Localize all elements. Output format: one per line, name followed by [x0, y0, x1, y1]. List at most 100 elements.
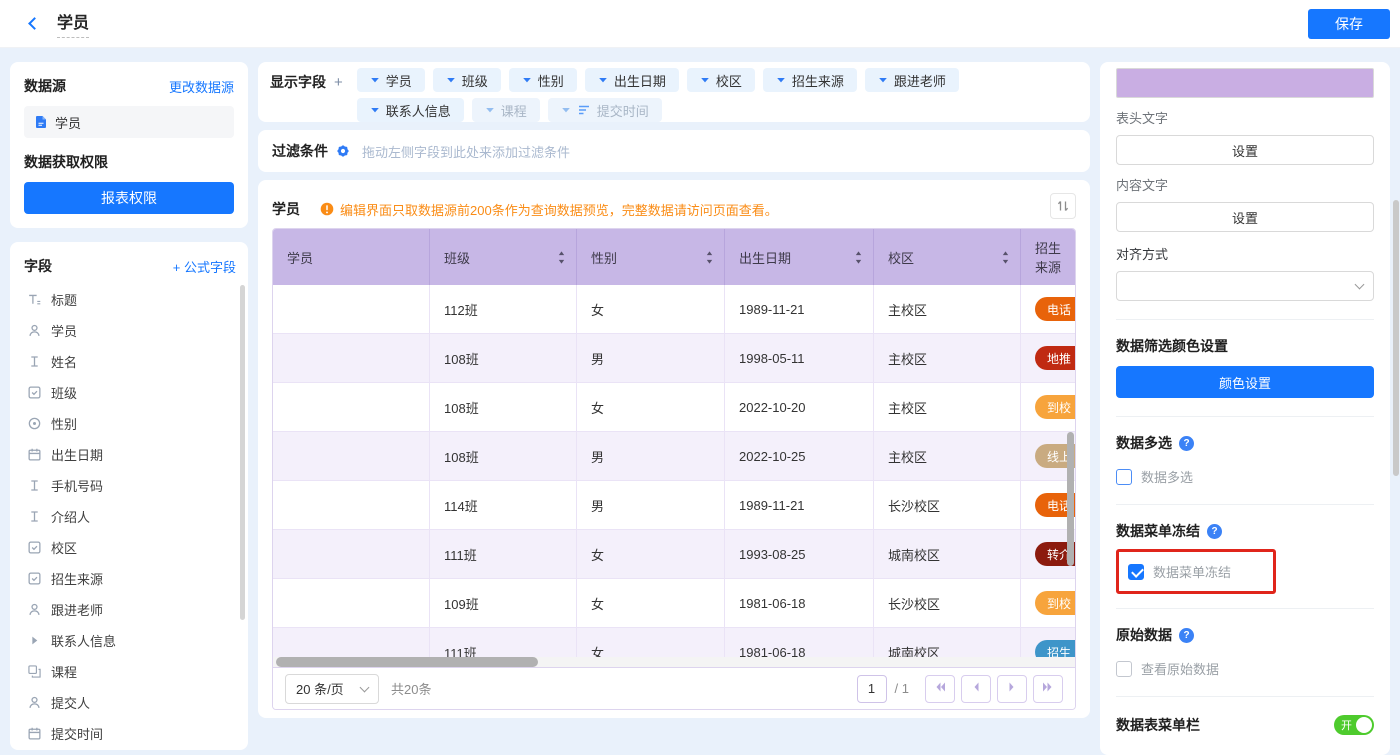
table-cell: 女	[577, 285, 725, 333]
table-cell	[273, 334, 430, 382]
field-item[interactable]: 课程	[24, 656, 236, 687]
freeze-title: 数据菜单冻结	[1116, 521, 1374, 541]
chevron-down-icon	[360, 682, 370, 692]
gear-icon[interactable]	[335, 143, 351, 159]
column-header[interactable]: 性别	[577, 229, 725, 285]
field-item[interactable]: 手机号码	[24, 470, 236, 501]
display-field-chip[interactable]: 提交时间	[548, 98, 662, 122]
header-text-settings-button[interactable]: 设置	[1116, 135, 1374, 165]
field-item[interactable]: 标题	[24, 284, 236, 315]
column-header[interactable]: 学员	[273, 229, 430, 285]
column-header[interactable]: 出生日期	[725, 229, 874, 285]
display-field-chip[interactable]: 课程	[472, 98, 540, 122]
display-field-chip[interactable]: 联系人信息	[357, 98, 464, 122]
table-row: 108班男2022-10-25主校区线上	[273, 432, 1075, 481]
sort-carets-icon[interactable]	[854, 250, 863, 265]
chevron-down-icon	[1355, 280, 1365, 290]
add-formula-field-link[interactable]: + 公式字段	[173, 257, 236, 276]
table-cell: 1989-11-21	[725, 481, 874, 529]
table-cell: 长沙校区	[874, 579, 1021, 627]
fields-scrollbar[interactable]	[240, 285, 245, 620]
field-item[interactable]: 联系人信息	[24, 625, 236, 656]
chip-label: 联系人信息	[386, 101, 451, 120]
question-icon[interactable]	[1179, 628, 1194, 643]
save-button[interactable]: 保存	[1308, 9, 1390, 39]
question-icon[interactable]	[1179, 436, 1194, 451]
next-page-button[interactable]	[997, 675, 1027, 703]
menubar-toggle[interactable]: 开	[1334, 715, 1374, 735]
content-text-settings-button[interactable]: 设置	[1116, 202, 1374, 232]
horizontal-scrollbar-track[interactable]	[273, 657, 1075, 667]
column-header-label: 学员	[287, 248, 313, 267]
user-icon	[27, 602, 42, 617]
document-icon	[34, 115, 48, 129]
raw-data-checkbox[interactable]	[1116, 661, 1132, 677]
sort-carets-icon[interactable]	[1001, 250, 1010, 265]
field-label: 课程	[51, 662, 77, 681]
caret-down-icon	[700, 75, 710, 85]
header-color-swatch[interactable]	[1116, 68, 1374, 98]
back-button[interactable]	[30, 19, 39, 28]
text-icon	[27, 509, 42, 524]
field-item[interactable]: 性别	[24, 408, 236, 439]
display-field-chip[interactable]: 性别	[509, 68, 577, 92]
field-item[interactable]: 学员	[24, 315, 236, 346]
datasource-item[interactable]: 学员	[24, 106, 234, 138]
horizontal-scrollbar-thumb[interactable]	[276, 657, 538, 667]
change-datasource-link[interactable]: 更改数据源	[169, 77, 234, 96]
caret-down-icon	[370, 105, 380, 115]
current-page-input[interactable]: 1	[857, 675, 887, 703]
table-row: 114班男1989-11-21长沙校区电话	[273, 481, 1075, 530]
last-page-button[interactable]	[1033, 675, 1063, 703]
first-page-button[interactable]	[925, 675, 955, 703]
sort-carets-icon[interactable]	[705, 250, 714, 265]
field-label: 提交时间	[51, 724, 103, 743]
align-select[interactable]	[1116, 271, 1374, 301]
field-item[interactable]: 介绍人	[24, 501, 236, 532]
column-header[interactable]: 招生来源	[1021, 229, 1075, 285]
data-access-title: 数据获取权限	[24, 152, 234, 172]
datasource-panel: 数据源 更改数据源 学员 数据获取权限 报表权限	[10, 62, 248, 228]
filter-color-title: 数据筛选颜色设置	[1116, 336, 1374, 356]
field-item[interactable]: 提交人	[24, 687, 236, 718]
column-header[interactable]: 班级	[430, 229, 577, 285]
field-item[interactable]: 校区	[24, 532, 236, 563]
page-size-select[interactable]: 20 条/页	[285, 674, 379, 704]
field-item[interactable]: 招生来源	[24, 563, 236, 594]
display-field-chip[interactable]: 班级	[433, 68, 501, 92]
display-field-chip[interactable]: 学员	[357, 68, 425, 92]
display-field-chip[interactable]: 招生来源	[763, 68, 857, 92]
field-item[interactable]: 出生日期	[24, 439, 236, 470]
field-item[interactable]: 姓名	[24, 346, 236, 377]
display-field-chip[interactable]: 跟进老师	[865, 68, 959, 92]
column-header[interactable]: 校区	[874, 229, 1021, 285]
multi-select-checkbox-label: 数据多选	[1141, 467, 1193, 486]
chevron-left-icon	[28, 17, 41, 30]
report-permission-button[interactable]: 报表权限	[24, 182, 234, 214]
field-label: 标题	[51, 290, 77, 309]
field-item[interactable]: 提交时间	[24, 718, 236, 749]
table-cell: 女	[577, 383, 725, 431]
table-cell: 到校	[1021, 383, 1075, 431]
preview-title: 学员	[272, 199, 300, 219]
field-item[interactable]: 班级	[24, 377, 236, 408]
add-display-field-button[interactable]: +	[334, 74, 343, 91]
prev-page-button[interactable]	[961, 675, 991, 703]
table-vertical-scrollbar[interactable]	[1067, 432, 1074, 566]
field-item[interactable]: 跟进老师	[24, 594, 236, 625]
sort-carets-icon[interactable]	[557, 250, 566, 265]
fields-panel: 字段 + 公式字段 标题学员姓名班级性别出生日期手机号码介绍人校区招生来源跟进老…	[10, 242, 248, 750]
sort-tool-button[interactable]	[1050, 193, 1076, 219]
multi-select-checkbox[interactable]	[1116, 469, 1132, 485]
display-field-chip[interactable]: 校区	[687, 68, 755, 92]
right-icon	[1006, 681, 1018, 696]
window-scrollbar[interactable]	[1393, 200, 1399, 476]
column-header-label: 性别	[591, 248, 617, 267]
display-field-chip[interactable]: 出生日期	[585, 68, 679, 92]
question-icon[interactable]	[1207, 524, 1222, 539]
field-label: 学员	[51, 321, 77, 340]
field-label: 性别	[51, 414, 77, 433]
color-settings-button[interactable]: 颜色设置	[1116, 366, 1374, 398]
freeze-checkbox[interactable]	[1128, 564, 1144, 580]
toggle-knob	[1356, 717, 1372, 733]
